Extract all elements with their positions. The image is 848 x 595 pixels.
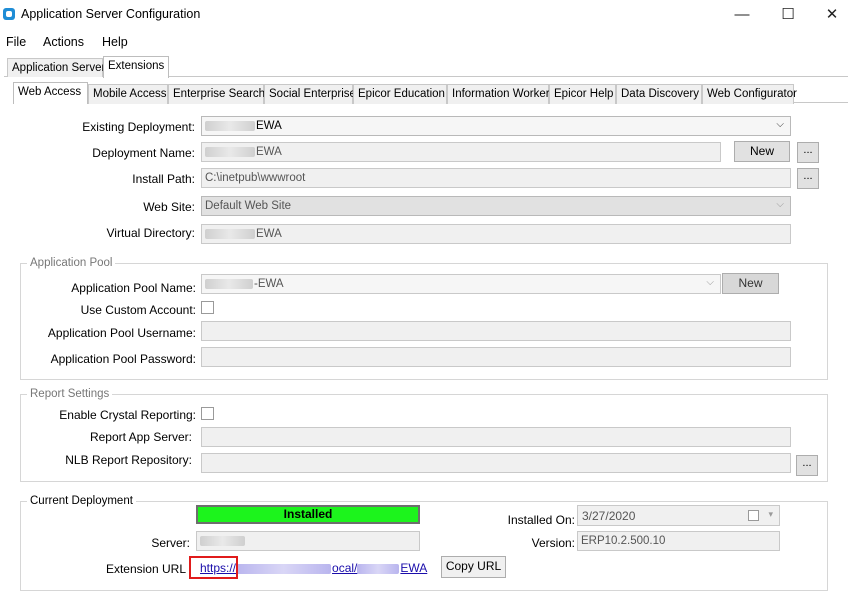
use-custom-account-checkbox[interactable]: [201, 301, 214, 314]
installed-on-date-picker[interactable]: 3/27/2020 ▾: [577, 505, 780, 526]
chevron-down-icon: ⌵: [706, 277, 714, 288]
report-settings-title: Report Settings: [27, 388, 113, 400]
enable-crystal-reporting-label: Enable Crystal Reporting:: [59, 408, 196, 422]
chevron-down-icon: ⌵: [776, 199, 784, 210]
app-icon: [3, 8, 15, 20]
virtual-directory-label: Virtual Directory:: [106, 226, 195, 240]
title-bar: Application Server Configuration — ☐ ✕: [0, 0, 848, 30]
app-pool-username-label: Application Pool Username:: [47, 326, 196, 340]
redacted-text: [205, 146, 255, 157]
chevron-down-icon: ⌵: [776, 119, 784, 130]
extension-url-label: Extension URL: [105, 562, 186, 576]
install-path-browse-button[interactable]: ...: [797, 168, 819, 189]
tab-mobile-access[interactable]: Mobile Access: [88, 84, 168, 104]
deployment-name-label: Deployment Name:: [92, 146, 195, 160]
nlb-report-repository-field[interactable]: [201, 453, 791, 473]
close-button[interactable]: ✕: [809, 0, 848, 30]
app-pool-username-field[interactable]: [201, 321, 791, 341]
calendar-icon: [748, 510, 759, 521]
web-site-select[interactable]: Default Web Site ⌵: [201, 196, 791, 216]
existing-deployment-label: Existing Deployment:: [82, 120, 195, 134]
nlb-browse-button[interactable]: ...: [796, 455, 818, 476]
installed-on-label: Installed On:: [507, 513, 575, 527]
tab-epicor-help[interactable]: Epicor Help: [549, 84, 616, 104]
redacted-text: [205, 278, 253, 289]
redacted-text: [205, 228, 255, 239]
install-path-label: Install Path:: [132, 172, 195, 186]
new-deployment-button[interactable]: New: [734, 141, 790, 162]
deployment-browse-button[interactable]: ...: [797, 142, 819, 163]
tab-application-server[interactable]: Application Server: [7, 58, 105, 77]
inner-tab-strip: Web Access Mobile Access Enterprise Sear…: [0, 82, 848, 104]
window-title: Application Server Configuration: [21, 7, 201, 21]
enable-crystal-reporting-checkbox[interactable]: [201, 407, 214, 420]
copy-url-button[interactable]: Copy URL: [441, 556, 506, 578]
maximize-button[interactable]: ☐: [765, 0, 811, 30]
server-label: Server:: [151, 536, 190, 550]
current-deployment-title: Current Deployment: [27, 495, 136, 507]
tab-information-worker[interactable]: Information Worker: [447, 84, 550, 104]
use-custom-account-label: Use Custom Account:: [80, 303, 196, 317]
tab-social-enterprise[interactable]: Social Enterprise: [264, 84, 356, 104]
redacted-text: [236, 563, 332, 574]
deployment-name-field[interactable]: EWA: [201, 142, 721, 162]
new-app-pool-button[interactable]: New: [722, 273, 779, 294]
tab-epicor-education[interactable]: Epicor Education: [353, 84, 447, 104]
virtual-directory-field[interactable]: EWA: [201, 224, 791, 244]
tab-data-discovery[interactable]: Data Discovery: [616, 84, 702, 104]
installed-status-badge: Installed: [196, 505, 420, 524]
menu-actions[interactable]: Actions: [43, 35, 84, 49]
tab-web-access[interactable]: Web Access: [13, 82, 88, 104]
app-pool-password-label: Application Pool Password:: [50, 352, 196, 366]
web-site-label: Web Site:: [143, 200, 195, 214]
redacted-text: [357, 563, 400, 574]
redacted-text: [205, 120, 255, 131]
chevron-down-icon: ▾: [768, 509, 773, 519]
nlb-report-repository-label: NLB Report Repository:: [65, 453, 192, 467]
tab-extensions[interactable]: Extensions: [103, 56, 169, 78]
menu-file[interactable]: File: [6, 35, 26, 49]
highlight-box: [189, 556, 238, 579]
report-app-server-label: Report App Server:: [89, 430, 192, 444]
existing-deployment-select[interactable]: EWA ⌵: [201, 116, 791, 136]
outer-tab-strip: Application Server Extensions: [0, 56, 848, 78]
redacted-text: [200, 535, 245, 546]
install-path-field[interactable]: C:\inetpub\wwwroot: [201, 168, 791, 188]
server-field: [196, 531, 420, 551]
tab-web-configurator[interactable]: Web Configurator: [702, 84, 797, 104]
version-field: ERP10.2.500.10: [577, 531, 780, 551]
app-pool-password-field[interactable]: [201, 347, 791, 367]
app-pool-name-label: Application Pool Name:: [71, 281, 196, 295]
menu-help[interactable]: Help: [102, 35, 128, 49]
version-label: Version:: [531, 536, 575, 550]
app-pool-name-select[interactable]: -EWA ⌵: [201, 274, 721, 294]
report-app-server-field[interactable]: [201, 427, 791, 447]
menu-bar: File Actions Help: [0, 30, 848, 54]
application-pool-title: Application Pool: [27, 257, 116, 269]
tab-enterprise-search[interactable]: Enterprise Search: [168, 84, 265, 104]
minimize-button[interactable]: —: [719, 0, 765, 30]
